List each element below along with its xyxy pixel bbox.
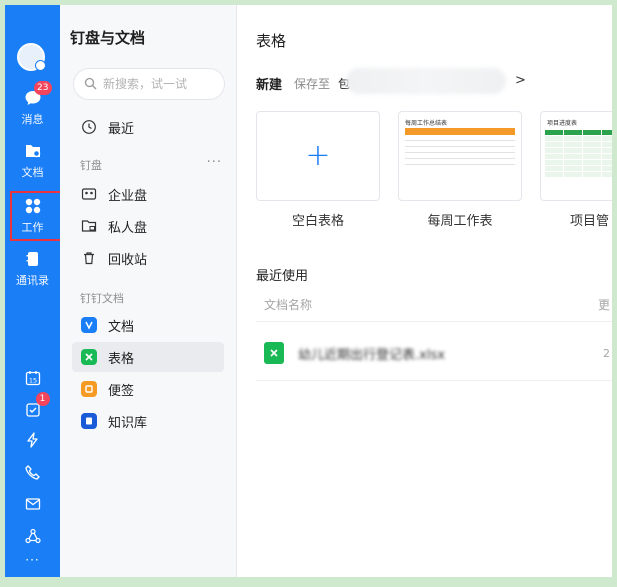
sidebar-item-enterprise[interactable]: 企业盘	[72, 179, 224, 209]
rail-mail[interactable]	[5, 493, 60, 515]
sidebar-item-label: 企业盘	[108, 188, 148, 204]
thumb-title: 项目进度表	[547, 120, 578, 127]
file-updated: 2	[603, 346, 610, 360]
rail-item-contacts[interactable]: 通讯录	[5, 248, 60, 288]
main-panel: 表格 新建 保存至 包 > + 空白表格 每周工作总结表 每周工作表 项目进度表	[238, 5, 612, 577]
search-input[interactable]	[103, 77, 213, 91]
rail-item-messages[interactable]: 23 消息	[5, 81, 60, 127]
app-window: 23 消息 文档 工作 通讯录 15 1 ··· 钉盘与文档 新搜索，试一试 最…	[5, 5, 612, 577]
thumb-line	[405, 140, 515, 141]
contacts-book-icon	[22, 248, 44, 270]
enterprise-drive-icon	[80, 185, 98, 203]
docs-folder-icon	[22, 140, 44, 162]
blurred-path	[346, 68, 506, 94]
trash-icon	[80, 249, 98, 267]
sidebar-item-doc[interactable]: 文档	[72, 310, 224, 340]
todo-badge: 1	[35, 392, 50, 406]
new-label: 新建	[256, 78, 283, 93]
file-name: 幼儿近期出行登记表.xlsx	[298, 347, 445, 363]
thumb-line	[405, 152, 515, 153]
template-blank-label[interactable]: 空白表格	[256, 210, 380, 229]
sidebar-item-label: 回收站	[108, 252, 148, 268]
sheet-file-icon	[264, 342, 284, 364]
sidebar-item-label: 便签	[108, 383, 135, 399]
section-dingding-docs: 钉钉文档	[80, 292, 124, 305]
thumb-line	[405, 146, 515, 147]
chevron-right-icon[interactable]: >	[515, 73, 526, 88]
calendar-day: 15	[28, 377, 36, 385]
rail-label-contacts: 通讯录	[16, 274, 49, 287]
clock-icon	[80, 118, 98, 136]
todo-check-icon: 1	[22, 392, 50, 421]
thumb-line	[405, 158, 515, 159]
rail-call[interactable]	[5, 461, 60, 483]
table-header: 文档名称 更	[256, 288, 612, 322]
sheet-app-icon	[80, 348, 98, 366]
col-updated-header: 更	[597, 298, 610, 312]
template-weekly-card[interactable]: 每周工作总结表	[398, 111, 522, 201]
calendar-icon: 15	[22, 367, 44, 389]
rail-todo[interactable]: 1	[5, 392, 60, 421]
sidebar-item-label: 私人盘	[108, 220, 148, 236]
sidebar-item-label: 文档	[108, 319, 135, 335]
thumb-header-bar	[405, 128, 515, 135]
messages-badge: 23	[34, 81, 52, 95]
sidebar-item-recycle[interactable]: 回收站	[72, 243, 224, 273]
private-drive-icon	[80, 217, 98, 235]
page-title: 表格	[256, 32, 287, 50]
lightning-icon	[22, 429, 44, 451]
rail-calendar[interactable]: 15	[5, 367, 60, 389]
rail-label-docs: 文档	[21, 166, 44, 179]
rail-item-docs[interactable]: 文档	[5, 140, 60, 180]
section-dingpan: 钉盘	[80, 159, 102, 172]
work-highlight-box	[10, 191, 62, 241]
chat-bubble-icon: 23	[22, 81, 52, 109]
new-bar: 新建 保存至 包	[256, 74, 350, 93]
template-blank-card[interactable]: +	[256, 111, 380, 201]
search-icon	[84, 75, 97, 94]
network-icon	[22, 525, 44, 547]
sidebar-title: 钉盘与文档	[70, 29, 146, 47]
recent-section-title: 最近使用	[256, 269, 309, 284]
rail-more-dots[interactable]: ···	[5, 553, 60, 567]
docs-sidebar: 钉盘与文档 最近 钉盘 ··· 企业盘 私人盘	[60, 5, 237, 577]
doc-app-icon	[80, 316, 98, 334]
sidebar-item-recent[interactable]: 最近	[72, 112, 224, 142]
thumb-title: 每周工作总结表	[405, 120, 448, 127]
avatar[interactable]	[17, 43, 46, 71]
dingpan-more-button[interactable]: ···	[207, 155, 222, 170]
sidebar-item-label: 最近	[108, 121, 135, 137]
col-name-header: 文档名称	[264, 298, 313, 312]
mail-icon	[22, 493, 44, 515]
search-box[interactable]	[73, 68, 225, 100]
template-weekly-label[interactable]: 每周工作表	[398, 210, 522, 229]
thumb-line	[405, 164, 515, 165]
template-project-card[interactable]: 项目进度表	[540, 111, 612, 201]
sidebar-item-label: 知识库	[108, 415, 148, 431]
phone-call-icon	[22, 461, 44, 483]
rail-apps[interactable]	[5, 525, 60, 547]
sidebar-item-wiki[interactable]: 知识库	[72, 406, 224, 436]
nav-rail: 23 消息 文档 工作 通讯录 15 1 ···	[5, 5, 62, 577]
rail-label-messages: 消息	[21, 113, 44, 126]
template-project-label[interactable]: 项目管	[540, 210, 612, 229]
sidebar-item-sheet[interactable]: 表格	[72, 342, 224, 372]
sidebar-item-private[interactable]: 私人盘	[72, 211, 224, 241]
rail-ding[interactable]	[5, 429, 60, 451]
wiki-app-icon	[80, 412, 98, 430]
thumb-grid	[545, 130, 612, 177]
save-to-label: 保存至	[294, 77, 331, 91]
table-row[interactable]: 幼儿近期出行登记表.xlsx 2	[256, 326, 612, 381]
plus-icon: +	[305, 138, 331, 173]
sidebar-item-label: 表格	[108, 351, 135, 367]
sidebar-item-note[interactable]: 便签	[72, 374, 224, 404]
note-app-icon	[80, 380, 98, 398]
